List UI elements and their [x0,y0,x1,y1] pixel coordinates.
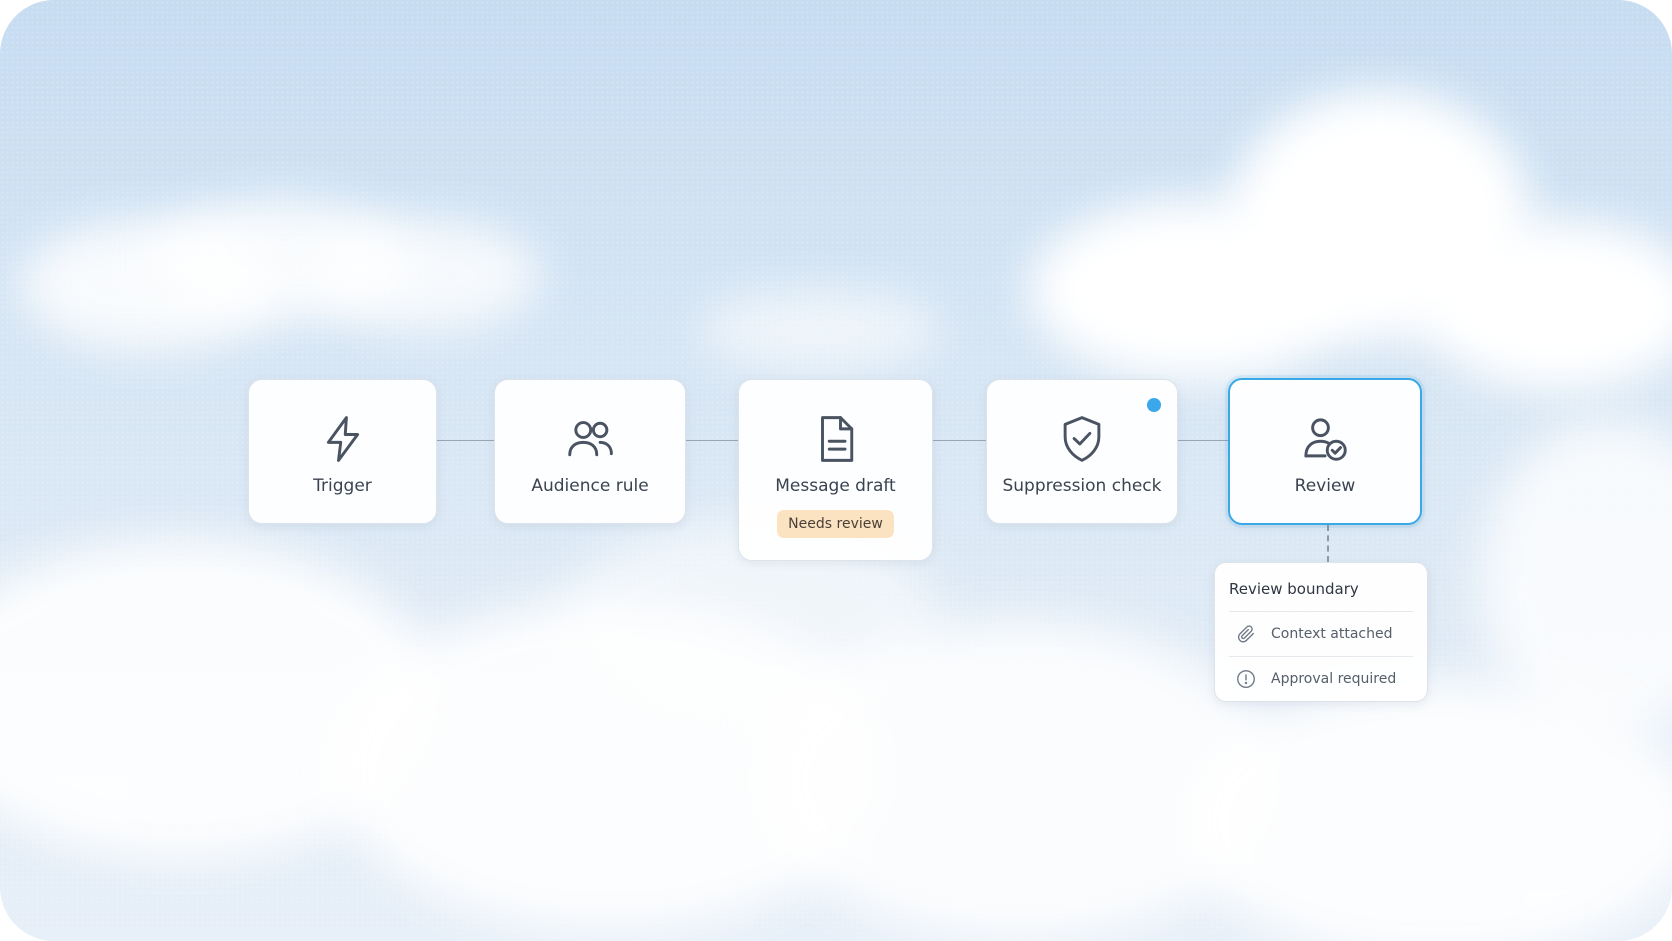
status-dot [1147,398,1161,412]
alert-circle-icon [1235,668,1257,690]
panel-row-context[interactable]: Context attached [1229,611,1413,656]
connector-review-panel [1327,525,1329,562]
paperclip-icon [1235,623,1257,645]
node-trigger[interactable]: Trigger [248,379,437,524]
node-label: Trigger [313,476,372,496]
node-label: Suppression check [1002,476,1162,496]
lightning-bolt-icon [316,412,370,466]
connector-message-suppression [933,440,986,441]
node-message-draft[interactable]: Message draft Needs review [738,379,933,561]
node-audience-rule[interactable]: Audience rule [494,379,686,524]
panel-row-label: Context attached [1271,626,1393,642]
document-icon [809,412,863,466]
node-label: Message draft [775,476,896,496]
node-label: Review [1294,476,1356,496]
connector-trigger-audience [437,440,494,441]
panel-title: Review boundary [1229,580,1359,598]
shield-check-icon [1055,412,1109,466]
connector-suppression-review [1178,440,1228,441]
user-check-icon [1298,412,1352,466]
node-suppression-check[interactable]: Suppression check [986,379,1178,524]
panel-row-approval[interactable]: Approval required [1229,656,1413,701]
connector-audience-message [686,440,738,441]
node-label: Audience rule [531,476,649,496]
review-boundary-panel: Review boundary Context attached Approva… [1214,562,1428,702]
diagram-canvas: Trigger Audience rule Message draft Need… [0,0,1672,941]
panel-row-label: Approval required [1271,671,1397,687]
node-review[interactable]: Review [1228,378,1422,525]
users-icon [563,412,617,466]
needs-review-badge: Needs review [777,510,894,538]
